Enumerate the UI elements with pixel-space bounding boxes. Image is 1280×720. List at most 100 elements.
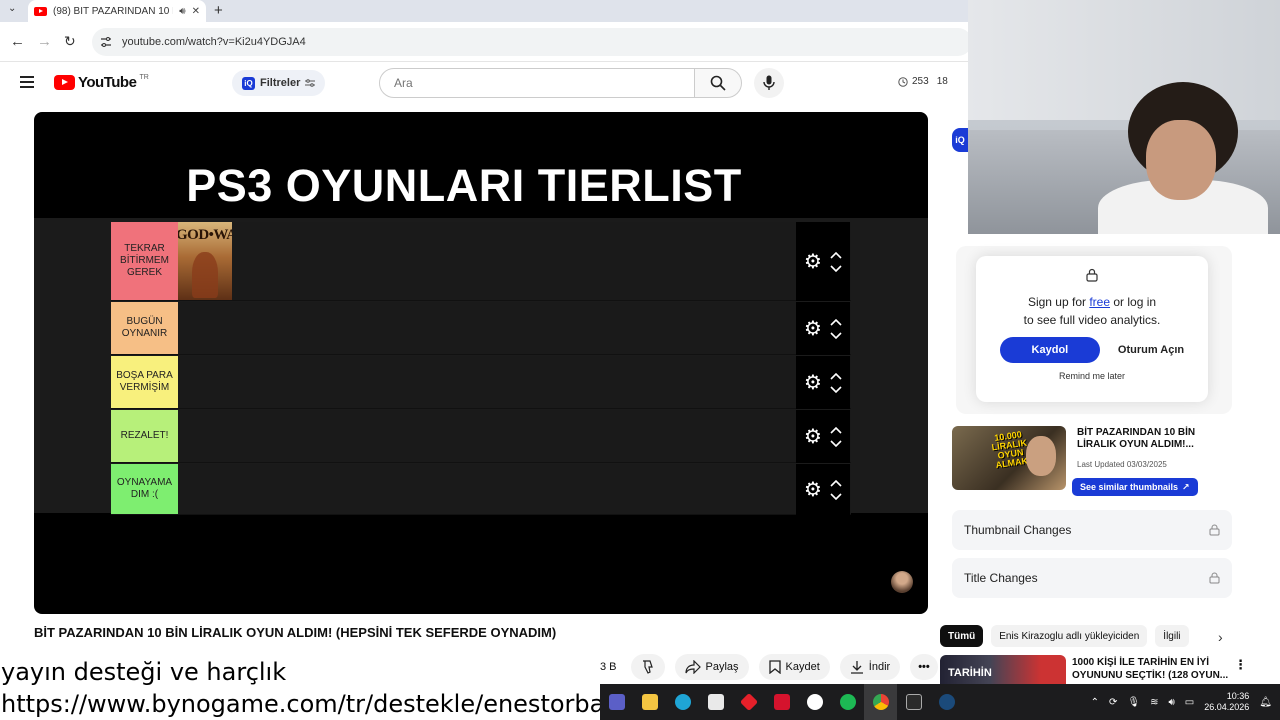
url-text: youtube.com/watch?v=Ki2u4YDGJA4: [122, 36, 306, 48]
recommendation-chips: Tümü Enis Kirazoglu adlı yükleyiciden İl…: [940, 624, 1240, 648]
more-actions-button[interactable]: •••: [910, 654, 938, 680]
video-player[interactable]: PS3 OYUNLARI TIERLIST TEKRAR BİTİRMEM GE…: [34, 112, 928, 614]
store-icon[interactable]: [699, 684, 732, 720]
speaker-icon[interactable]: 🔊︎: [179, 6, 185, 17]
chip-all[interactable]: Tümü: [940, 625, 984, 647]
new-tab-icon[interactable]: +: [214, 2, 223, 19]
login-button[interactable]: Oturum Açın: [1118, 344, 1184, 356]
clock[interactable]: 10:36 26.04.2026: [1204, 691, 1249, 714]
chatgpt-icon[interactable]: [798, 684, 831, 720]
forward-icon[interactable]: →: [37, 33, 52, 50]
steam-icon[interactable]: [930, 684, 963, 720]
file-explorer-icon[interactable]: [633, 684, 666, 720]
webcam-wall: [968, 0, 1280, 120]
spotify-icon[interactable]: [831, 684, 864, 720]
more-vert-icon[interactable]: ⋮: [1234, 657, 1247, 673]
chevron-down-icon: [830, 331, 842, 339]
teams-icon[interactable]: [600, 684, 633, 720]
chrome-icon[interactable]: [864, 684, 897, 720]
red-app-icon[interactable]: [732, 684, 765, 720]
mic-tray-icon[interactable]: 🎙︎: [1127, 697, 1140, 708]
view-count: 253: [912, 76, 929, 87]
download-icon: [850, 661, 863, 674]
signup-free-link[interactable]: free: [1089, 295, 1110, 309]
chevron-down-icon: [830, 264, 842, 272]
signup-card: Sign up for free or log in to see full v…: [976, 256, 1208, 402]
battery-icon[interactable]: ▭: [1185, 697, 1194, 708]
reload-icon[interactable]: ↻: [64, 33, 76, 50]
tier-content: GOD•WAR: [178, 222, 851, 300]
logo-country: TR: [139, 74, 149, 81]
lock-icon: [1086, 268, 1098, 282]
windows-taskbar: ⌃ ⟳ 🎙︎ ≋ 🔊︎ ▭ 10:36 26.04.2026 🔔︎: [600, 684, 1280, 720]
save-button[interactable]: Kaydet: [758, 654, 830, 680]
tray-chevron-icon[interactable]: ⌃: [1091, 697, 1099, 708]
thumbnail-face: [1026, 436, 1056, 476]
gear-icon: ⚙: [804, 251, 822, 273]
search-input[interactable]: [379, 68, 695, 98]
thumbnail-changes-row[interactable]: Thumbnail Changes: [952, 510, 1232, 550]
filters-button[interactable]: iQ Filtreler: [232, 70, 326, 96]
browser-tab[interactable]: (98) BİT PAZARINDAN 10 B 🔊︎ ✕: [28, 0, 206, 22]
tier-label: TEKRAR BİTİRMEM GEREK: [111, 222, 178, 300]
youtube-logo[interactable]: YouTube TR: [54, 74, 149, 91]
browser-tab-strip: ⌄ (98) BİT PAZARINDAN 10 B 🔊︎ ✕ +: [0, 0, 968, 22]
url-field[interactable]: youtube.com/watch?v=Ki2u4YDGJA4: [92, 28, 972, 56]
menu-icon[interactable]: [20, 76, 34, 88]
channel-watermark[interactable]: [891, 571, 913, 593]
view-count-2: 18: [936, 76, 948, 87]
tier-row: OYNAYAMA DIM :(: [111, 464, 851, 515]
similar-thumbnail[interactable]: 10.000 LİRALIK OYUN ALMAK: [952, 426, 1066, 490]
lock-icon: [1209, 524, 1220, 536]
close-tab-icon[interactable]: ✕: [192, 6, 200, 17]
similar-video-card[interactable]: 10.000 LİRALIK OYUN ALMAK BİT PAZARINDAN…: [952, 424, 1212, 496]
voice-search-button[interactable]: [754, 68, 784, 98]
chip-related[interactable]: İlgili: [1155, 625, 1189, 647]
edge-icon[interactable]: [666, 684, 699, 720]
search-button[interactable]: [694, 68, 742, 98]
tier-label: OYNAYAMA DIM :(: [111, 464, 178, 514]
chevron-up-icon: [830, 372, 842, 380]
recommended-title[interactable]: 1000 KİŞİ İLE TARİHİN EN İYİ OYUNUNU SEÇ…: [1072, 656, 1232, 682]
thumbs-down-icon: [642, 660, 653, 674]
bookmark-icon: [768, 660, 781, 674]
tier-list: TEKRAR BİTİRMEM GEREK GOD•WAR BUGÜN OYNA…: [34, 218, 928, 515]
tier-row: TEKRAR BİTİRMEM GEREK GOD•WAR: [111, 222, 851, 301]
overlay-line1: yayın desteği ve harçlık: [1, 658, 287, 686]
vidiq-side-badge[interactable]: iQ: [952, 128, 968, 152]
title-changes-row[interactable]: Title Changes: [952, 558, 1232, 598]
chevron-right-icon[interactable]: ›: [1218, 629, 1223, 645]
wifi-icon[interactable]: ≋: [1150, 697, 1158, 708]
tab-list-icon[interactable]: ⌄: [8, 3, 16, 14]
back-icon[interactable]: ←: [10, 33, 25, 50]
clock-date: 26.04.2026: [1204, 702, 1250, 712]
see-similar-button[interactable]: See similar thumbnails ↗: [1072, 478, 1198, 496]
gear-icon: ⚙: [804, 426, 822, 448]
gear-icon: ⚙: [804, 318, 822, 340]
share-button[interactable]: Paylaş: [674, 654, 749, 680]
remind-later-link[interactable]: Remind me later: [976, 371, 1208, 381]
overlay-line2: https://www.bynogame.com/tr/destekle/ene…: [1, 690, 600, 718]
signup-button[interactable]: Kaydol: [999, 337, 1100, 363]
volume-icon[interactable]: 🔊︎: [1168, 697, 1174, 708]
tier-controls: ⚙: [796, 222, 850, 301]
like-count[interactable]: 3 B: [600, 654, 621, 680]
row-label: Thumbnail Changes: [964, 523, 1072, 537]
cover-text: GOD•WAR: [178, 227, 232, 243]
youtube-header: YouTube TR iQ Filtreler 253 18: [0, 62, 968, 106]
site-settings-icon[interactable]: [100, 36, 112, 48]
download-button[interactable]: İndir: [839, 654, 901, 680]
share-icon: [684, 660, 701, 674]
dislike-button[interactable]: [630, 654, 665, 680]
god-of-war-cover: GOD•WAR: [178, 222, 232, 300]
clock-time: 10:36: [1226, 690, 1250, 701]
shield-app-icon[interactable]: [765, 684, 798, 720]
similar-title[interactable]: BİT PAZARINDAN 10 BİN LİRALIK OYUN ALDIM…: [1077, 427, 1217, 451]
recommended-video[interactable]: TARİHİN 1000 KİŞİ İLE TARİHİN EN İYİ OYU…: [940, 655, 1247, 685]
recommended-thumbnail[interactable]: TARİHİN: [940, 655, 1066, 685]
epic-games-icon[interactable]: [897, 684, 930, 720]
lock-icon: [1209, 572, 1220, 584]
sync-icon[interactable]: ⟳: [1109, 697, 1117, 708]
chip-uploader[interactable]: Enis Kirazoglu adlı yükleyiciden: [991, 625, 1148, 647]
notification-bell-icon[interactable]: 🔔︎: [1259, 697, 1272, 708]
